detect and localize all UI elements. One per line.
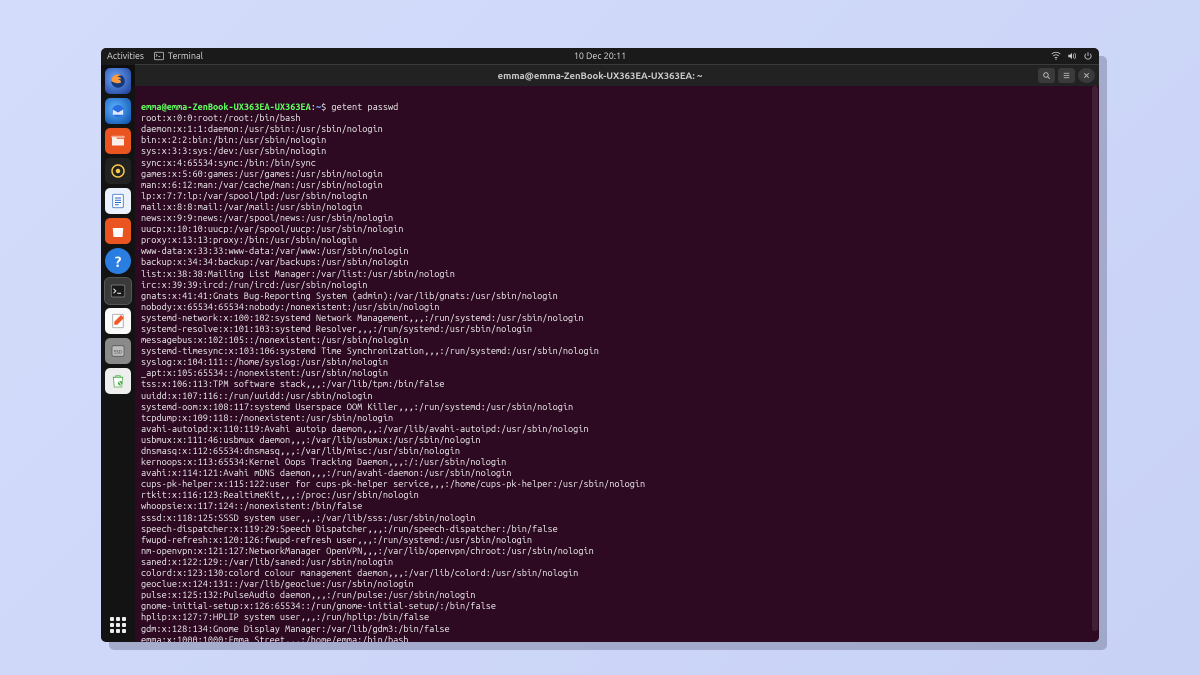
dock-terminal[interactable] xyxy=(105,278,131,304)
dock-disk[interactable]: SSD xyxy=(105,338,131,364)
dock-files[interactable] xyxy=(105,128,131,154)
show-applications-button[interactable] xyxy=(105,612,131,638)
document-icon xyxy=(109,192,127,210)
close-icon xyxy=(1082,71,1091,80)
gnome-top-bar: Activities Terminal 10 Dec 20:11 xyxy=(101,48,1099,64)
prompt-user-host: emma@emma-ZenBook-UX363EA-UX363EA xyxy=(141,101,311,112)
shopping-bag-icon xyxy=(109,222,127,240)
desktop-screenshot: Activities Terminal 10 Dec 20:11 xyxy=(101,48,1099,642)
scrollbar[interactable] xyxy=(1092,86,1098,642)
hamburger-menu-button[interactable] xyxy=(1058,68,1075,83)
disk-icon: SSD xyxy=(109,342,127,360)
terminal-icon xyxy=(154,51,164,61)
dock-help[interactable]: ? xyxy=(105,248,131,274)
window-titlebar: emma@emma-ZenBook-UX363EA-UX363EA: ~ xyxy=(101,64,1099,86)
search-button[interactable] xyxy=(1038,68,1055,83)
power-icon[interactable] xyxy=(1083,51,1093,61)
window-title: emma@emma-ZenBook-UX363EA-UX363EA: ~ xyxy=(498,70,703,81)
help-icon: ? xyxy=(115,253,122,270)
dock-thunderbird[interactable] xyxy=(105,98,131,124)
thunderbird-icon xyxy=(109,102,127,120)
dock-writer[interactable] xyxy=(105,188,131,214)
hamburger-icon xyxy=(1062,71,1071,80)
dock-trash[interactable] xyxy=(105,368,131,394)
text-editor-icon xyxy=(109,312,127,330)
prompt-dollar: $ xyxy=(321,101,326,112)
firefox-icon xyxy=(109,72,127,90)
terminal-output[interactable]: emma@emma-ZenBook-UX363EA-UX363EA:~$ get… xyxy=(135,86,1099,642)
entered-command: getent passwd xyxy=(331,101,398,112)
svg-text:SSD: SSD xyxy=(114,349,122,354)
dock-firefox[interactable] xyxy=(105,68,131,94)
current-app-label: Terminal xyxy=(168,51,203,61)
volume-icon[interactable] xyxy=(1067,51,1077,61)
clock[interactable]: 10 Dec 20:11 xyxy=(574,51,626,61)
terminal-app-icon xyxy=(109,282,127,300)
dock-text-editor[interactable] xyxy=(105,308,131,334)
dock: ? SSD xyxy=(101,64,135,642)
scrollbar-thumb[interactable] xyxy=(1092,86,1098,631)
dock-software[interactable] xyxy=(105,218,131,244)
current-app-indicator[interactable]: Terminal xyxy=(154,51,203,61)
close-window-button[interactable] xyxy=(1078,68,1095,83)
trash-icon xyxy=(109,372,127,390)
command-output: root:x:0:0:root:/root:/bin/bash daemon:x… xyxy=(141,112,645,642)
apps-grid-icon xyxy=(110,617,126,633)
files-icon xyxy=(109,132,127,150)
music-icon xyxy=(109,162,127,180)
activities-button[interactable]: Activities xyxy=(107,51,144,61)
search-icon xyxy=(1042,71,1051,80)
wifi-icon[interactable] xyxy=(1051,51,1061,61)
dock-rhythmbox[interactable] xyxy=(105,158,131,184)
